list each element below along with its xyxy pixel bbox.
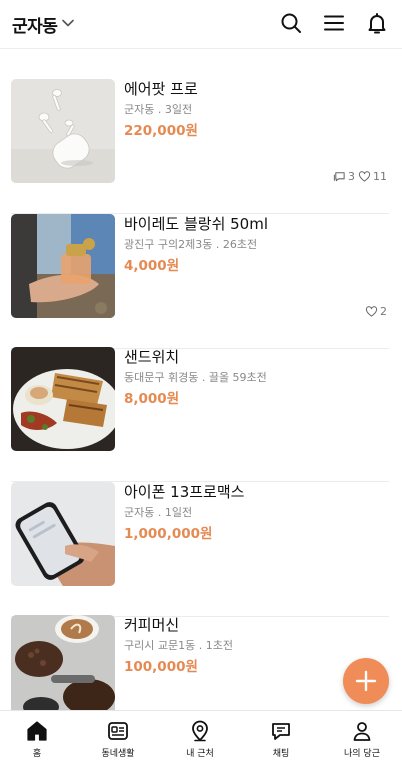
heart-icon	[358, 171, 371, 182]
chat-count-value: 3	[348, 170, 355, 183]
item-stats: 2	[365, 305, 387, 318]
person-icon	[353, 722, 371, 741]
coffee-photo	[11, 615, 115, 710]
list-item[interactable]: 샌드위치 동대문구 휘경동 . 끌올 59초전 8,000원	[11, 347, 389, 482]
item-title: 에어팟 프로	[124, 80, 198, 98]
item-price: 220,000원	[124, 123, 198, 139]
bottom-nav: 홈 동네생활 내 근처 채팅 나의 당근	[0, 710, 402, 765]
nav-label: 나의 당근	[344, 749, 380, 759]
search-icon[interactable]	[279, 11, 303, 35]
plus-icon	[355, 670, 377, 692]
item-price: 100,000원	[124, 659, 198, 675]
phone-photo	[11, 482, 115, 586]
nav-label: 채팅	[272, 749, 290, 759]
item-title: 샌드위치	[124, 348, 180, 366]
list-item[interactable]: 에어팟 프로 군자동 . 3일전 220,000원 3 11	[11, 79, 389, 214]
nav-item-nearby[interactable]: 내 근처	[160, 711, 240, 765]
item-price: 1,000,000원	[124, 526, 213, 542]
list-item[interactable]: 아이폰 13프로맥스 군자동 . 1일전 1,000,000원	[11, 482, 389, 617]
perfume-photo	[11, 214, 115, 318]
nav-label: 홈	[32, 749, 42, 759]
chat-bubble-icon	[333, 172, 345, 182]
home-icon	[27, 721, 47, 741]
item-stats: 3 11	[333, 170, 387, 183]
like-count: 2	[365, 305, 387, 318]
like-count: 11	[358, 170, 387, 183]
airpods-photo	[11, 79, 115, 183]
item-meta: 군자동 . 3일전	[124, 103, 193, 116]
item-thumbnail	[11, 347, 115, 451]
heart-icon	[365, 306, 378, 317]
list-item[interactable]: 바이레도 블랑쉬 50ml 광진구 구의2제3동 . 26초전 4,000원 2	[11, 214, 389, 349]
item-list: 에어팟 프로 군자동 . 3일전 220,000원 3 11 바이레도 블랑쉬 …	[0, 49, 402, 710]
item-thumbnail	[11, 79, 115, 183]
nav-label: 동네생활	[101, 749, 135, 759]
location-selector[interactable]: 군자동	[12, 12, 75, 37]
item-title: 바이레도 블랑쉬 50ml	[124, 215, 269, 233]
chevron-down-icon	[61, 15, 75, 34]
item-meta: 광진구 구의2제3동 . 26초전	[124, 238, 258, 251]
app-header: 군자동	[0, 0, 402, 49]
add-item-button[interactable]	[343, 658, 389, 704]
item-thumbnail	[11, 615, 115, 710]
nav-label: 내 근처	[186, 749, 214, 759]
item-price: 8,000원	[124, 391, 180, 407]
item-title: 커피머신	[124, 616, 180, 634]
bell-icon[interactable]	[365, 11, 389, 35]
item-meta: 구리시 교문1동 . 1초전	[124, 639, 233, 652]
location-pin-icon	[192, 720, 208, 742]
sandwich-photo	[11, 347, 115, 451]
like-count-value: 11	[373, 170, 387, 183]
location-label: 군자동	[12, 17, 58, 37]
item-thumbnail	[11, 214, 115, 318]
item-price: 4,000원	[124, 258, 180, 274]
nav-item-community[interactable]: 동네생활	[78, 711, 158, 765]
nav-item-chat[interactable]: 채팅	[241, 711, 321, 765]
item-meta: 군자동 . 1일전	[124, 506, 193, 519]
item-thumbnail	[11, 482, 115, 586]
menu-icon[interactable]	[322, 11, 346, 35]
nav-item-home[interactable]: 홈	[0, 711, 77, 765]
item-title: 아이폰 13프로맥스	[124, 483, 245, 501]
newspaper-icon	[108, 722, 128, 740]
nav-item-my-carrot[interactable]: 나의 당근	[322, 711, 402, 765]
item-meta: 동대문구 휘경동 . 끌올 59초전	[124, 371, 267, 384]
chat-icon	[272, 723, 290, 740]
like-count-value: 2	[380, 305, 387, 318]
list-item[interactable]: 커피머신 구리시 교문1동 . 1초전 100,000원	[11, 615, 389, 710]
chat-count: 3	[333, 170, 355, 183]
